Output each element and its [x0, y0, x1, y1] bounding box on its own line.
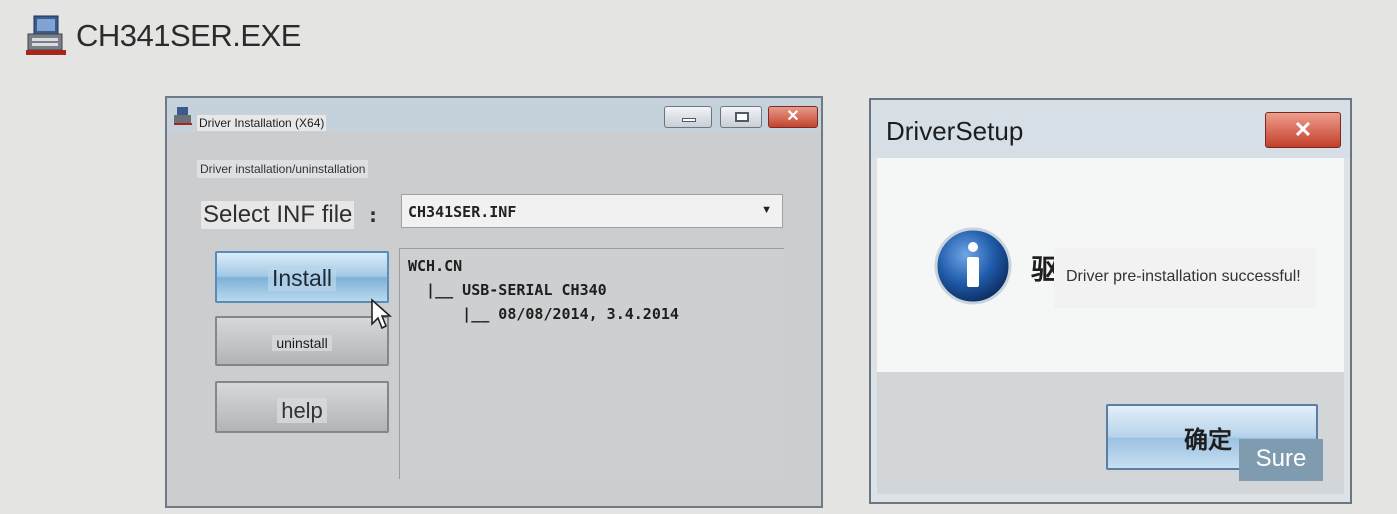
driver-window-close-button[interactable]: ✕	[768, 106, 818, 128]
info-line-version: |__ 08/08/2014, 3.4.2014	[408, 305, 679, 323]
install-button-label: Install	[267, 265, 337, 291]
mouse-cursor-icon	[371, 298, 392, 330]
uninstall-button[interactable]: uninstall	[215, 316, 389, 366]
driver-setup-close-button[interactable]: ✕	[1265, 112, 1341, 148]
inf-colon: :	[367, 203, 380, 227]
driver-window-icon	[174, 107, 192, 125]
close-icon: ✕	[1293, 117, 1313, 142]
driver-window-title: Driver Installation (X64)	[197, 115, 327, 131]
driver-info-box: WCH.CN |__ USB-SERIAL CH340 |__ 08/08/20…	[399, 248, 784, 479]
close-icon: ✕	[786, 108, 800, 125]
driver-installation-window: Driver Installation (X64) ✕ Driver insta…	[165, 96, 823, 508]
uninstall-button-label: uninstall	[272, 335, 332, 351]
group-label: Driver installation/uninstallation	[197, 160, 369, 178]
maximize-button[interactable]	[720, 106, 762, 128]
message-box: Driver pre-installation successful!	[1054, 248, 1316, 308]
driver-setup-titlebar[interactable]: DriverSetup ✕	[871, 100, 1350, 158]
app-window-icon	[26, 15, 66, 55]
info-line-device: |__ USB-SERIAL CH340	[408, 281, 607, 299]
maximize-icon	[735, 112, 749, 122]
message-text: Driver pre-installation successful!	[1066, 268, 1301, 285]
dropdown-arrow-icon[interactable]: ▼	[761, 204, 772, 216]
app-title: CH341SER.EXE	[76, 18, 301, 53]
info-icon	[934, 227, 1012, 305]
inf-file-select[interactable]: CH341SER.INF ▼	[401, 194, 783, 228]
ok-button-label: 确定	[1184, 427, 1232, 454]
driver-window-titlebar[interactable]: Driver Installation (X64) ✕	[167, 98, 821, 132]
inf-file-select-value: CH341SER.INF	[408, 203, 517, 221]
help-button-label: help	[277, 398, 327, 423]
install-button[interactable]: Install	[215, 251, 389, 303]
sure-translation-label: Sure	[1239, 439, 1323, 481]
info-line-vendor: WCH.CN	[408, 257, 463, 275]
minimize-button[interactable]	[664, 106, 712, 128]
help-button[interactable]: help	[215, 381, 389, 433]
minimize-icon	[682, 118, 696, 122]
driver-setup-title: DriverSetup	[886, 116, 1024, 146]
inf-file-label: Select INF file	[201, 201, 355, 229]
